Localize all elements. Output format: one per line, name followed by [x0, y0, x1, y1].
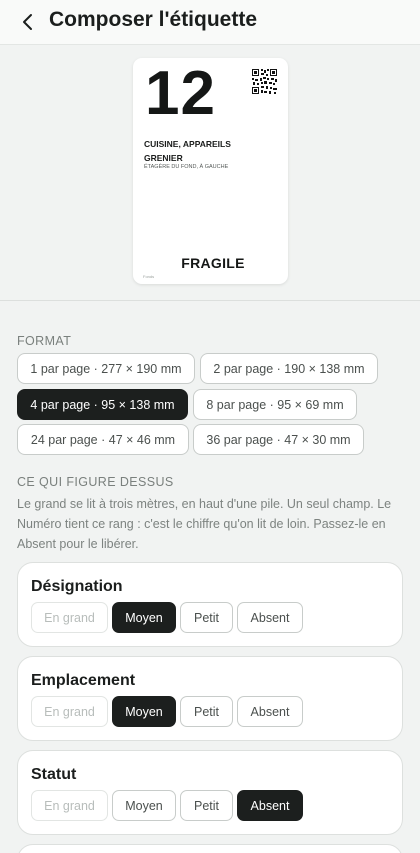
field-title: Emplacement	[31, 672, 136, 689]
field-card-statut: Statut En grand Moyen Petit Absent	[17, 750, 403, 835]
size-option-medium[interactable]: Moyen	[112, 696, 176, 727]
label-preview: 12 CUISINE, APPAREILS GRENIER ÉTAGÈRE DU…	[133, 58, 288, 284]
format-option[interactable]: 8 par page · 95 × 69 mm	[193, 389, 357, 420]
field-card-next	[17, 844, 403, 853]
format-heading: FORMAT	[17, 334, 72, 348]
back-arrow-icon[interactable]	[17, 10, 39, 34]
size-option-small[interactable]: Petit	[180, 602, 233, 633]
format-option[interactable]: 36 par page · 47 × 30 mm	[193, 424, 364, 455]
label-number: 12	[145, 59, 216, 128]
field-title: Désignation	[31, 578, 123, 595]
size-option-large[interactable]: En grand	[31, 790, 108, 821]
size-option-absent[interactable]: Absent	[237, 790, 303, 821]
size-option-medium[interactable]: Moyen	[112, 602, 176, 633]
size-option-small[interactable]: Petit	[180, 696, 233, 727]
size-option-absent[interactable]: Absent	[237, 696, 303, 727]
size-option-large[interactable]: En grand	[31, 602, 108, 633]
format-option[interactable]: 24 par page · 47 × 46 mm	[17, 424, 189, 455]
label-designation: CUISINE, APPAREILS	[144, 139, 231, 149]
format-option-selected[interactable]: 4 par page · 95 × 138 mm	[17, 389, 188, 420]
qr-code-icon	[252, 69, 277, 94]
field-card-emplacement: Emplacement En grand Moyen Petit Absent	[17, 656, 403, 741]
format-option[interactable]: 2 par page · 190 × 138 mm	[200, 353, 378, 384]
content-help-text: Le grand se lit à trois mètres, en haut …	[17, 497, 392, 551]
label-brand: Fonds	[143, 274, 155, 279]
content-heading: CE QUI FIGURE DESSUS	[17, 475, 174, 489]
size-option-absent[interactable]: Absent	[237, 602, 303, 633]
format-option[interactable]: 1 par page · 277 × 190 mm	[17, 353, 195, 384]
field-card-designation: Désignation En grand Moyen Petit Absent	[17, 562, 403, 647]
field-title: Statut	[31, 766, 77, 783]
page-title: Composer l'étiquette	[49, 8, 258, 31]
size-option-medium[interactable]: Moyen	[112, 790, 176, 821]
label-location-detail: ÉTAGÈRE DU FOND, À GAUCHE	[144, 164, 229, 170]
app-header: Composer l'étiquette	[0, 0, 420, 45]
label-status: FRAGILE	[181, 255, 245, 271]
label-location: GRENIER	[144, 153, 183, 163]
size-option-small[interactable]: Petit	[180, 790, 233, 821]
size-option-large[interactable]: En grand	[31, 696, 108, 727]
label-preview-area: 12 CUISINE, APPAREILS GRENIER ÉTAGÈRE DU…	[0, 46, 420, 301]
